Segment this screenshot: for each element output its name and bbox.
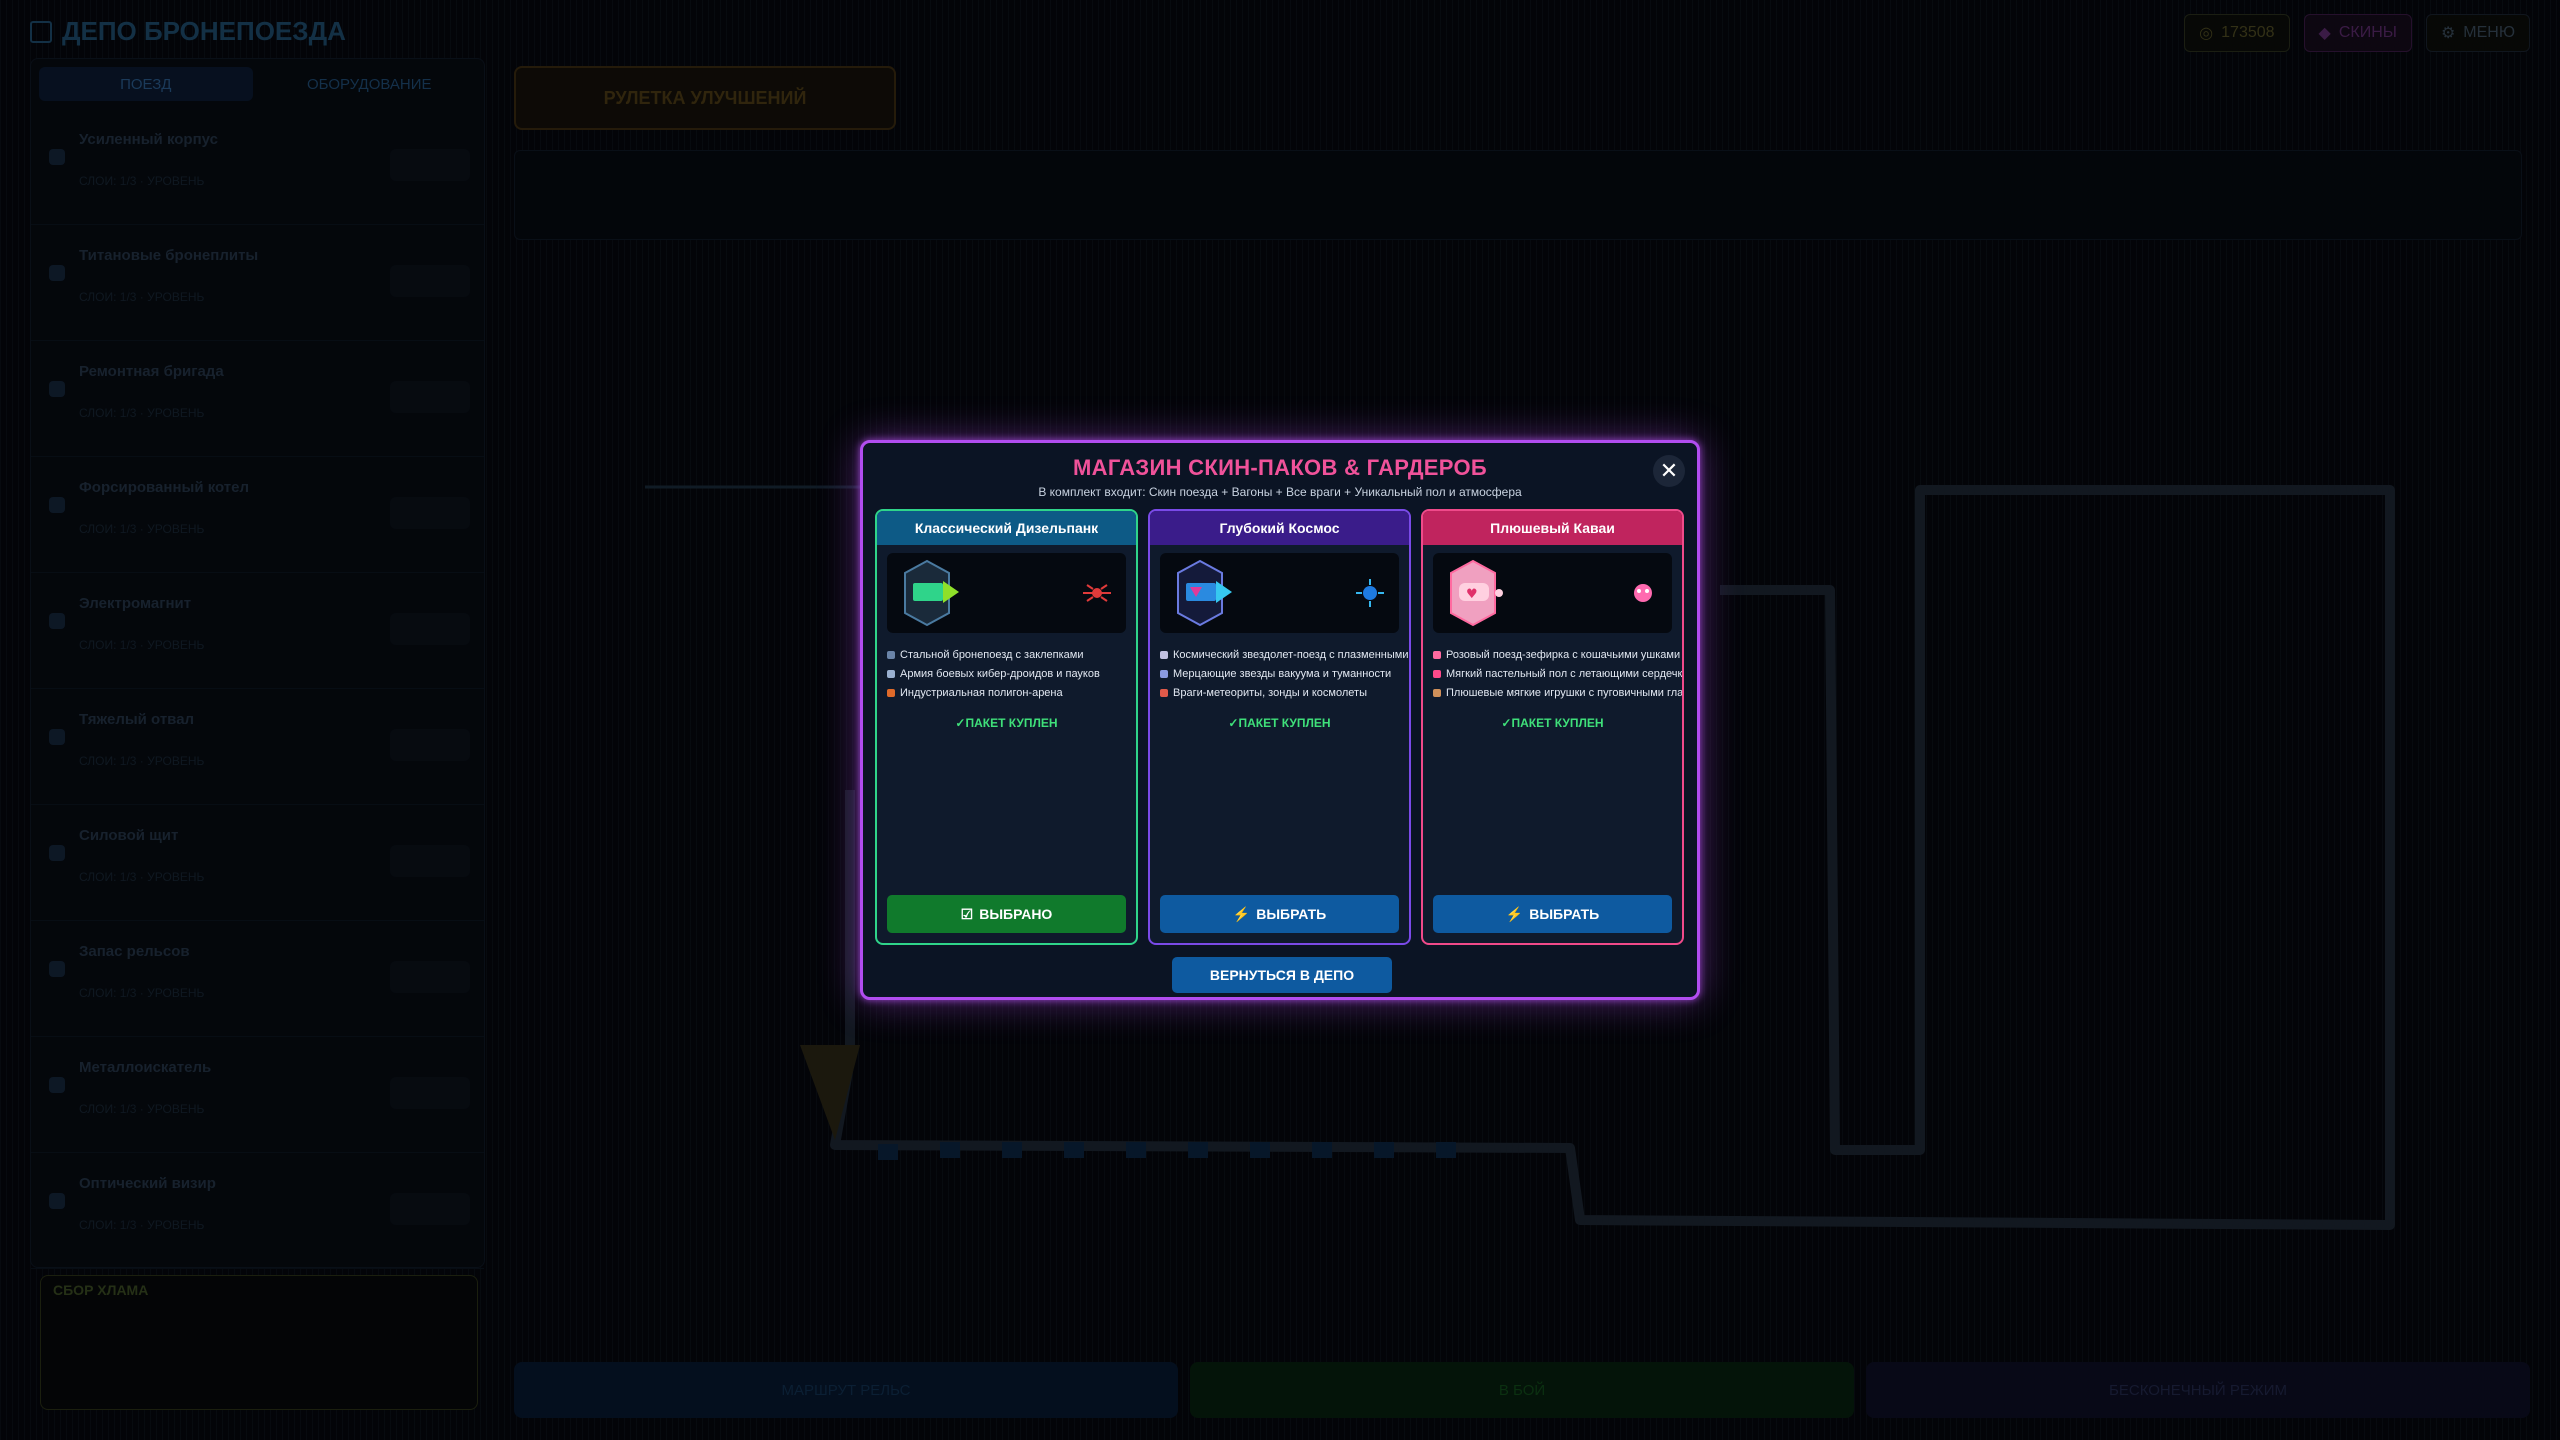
modal-title: МАГАЗИН СКИН-ПАКОВ & ГАРДЕРОБ [1073, 455, 1487, 480]
feature-text: Враги-метеориты, зонды и космолеты [1173, 686, 1367, 699]
cat-icon [1433, 650, 1441, 659]
train-icon [887, 650, 895, 659]
arena-icon [887, 688, 895, 697]
list-item: Мерцающие звезды вакуума и туманности [1160, 664, 1399, 683]
feature-text: Армия боевых кибер-дроидов и пауков [900, 667, 1100, 680]
list-item: Стальной бронепоезд с заклепками [887, 645, 1126, 664]
teddy-bear-icon [1433, 688, 1441, 697]
pack-features: Стальной бронепоезд с заклепками Армия б… [887, 645, 1126, 702]
pack-features: Космический звездолет-поезд с плазменным… [1160, 645, 1409, 702]
pack-features: Розовый поезд-зефирка с кошачьими ушками… [1433, 645, 1682, 702]
button-label: ВЫБРАТЬ [1256, 906, 1327, 922]
heart-icon [1433, 669, 1441, 678]
pack-preview [887, 553, 1126, 633]
list-item: Розовый поезд-зефирка с кошачьими ушками [1433, 645, 1680, 664]
check-icon: ☑ [960, 905, 974, 922]
list-item: Армия боевых кибер-дроидов и пауков [887, 664, 1126, 683]
select-button[interactable]: ⚡ ВЫБРАТЬ [1433, 895, 1672, 933]
button-label: ВЫБРАНО [979, 906, 1053, 922]
feature-text: Мерцающие звезды вакуума и туманности [1173, 667, 1392, 680]
pack-status: ✓ПАКЕТ КУПЛЕН [1228, 716, 1331, 730]
feature-text: Плюшевые мягкие игрушки с пуговичными гл… [1446, 686, 1684, 699]
lightning-icon: ⚡ [1505, 905, 1524, 922]
feature-text: Стальной бронепоезд с заклепками [900, 648, 1084, 661]
list-item: Враги-метеориты, зонды и космолеты [1160, 683, 1399, 702]
pack-preview [1160, 553, 1399, 633]
star-icon [1160, 669, 1168, 678]
selected-button[interactable]: ☑ ВЫБРАНО [887, 895, 1126, 933]
select-button[interactable]: ⚡ ВЫБРАТЬ [1160, 895, 1399, 933]
list-item: Космический звездолет-поезд с плазменным… [1160, 645, 1409, 664]
feature-text: Космический звездолет-поезд с плазменным… [1173, 648, 1409, 661]
skin-shop-modal: МАГАЗИН СКИН-ПАКОВ & ГАРДЕРОБ В комплект… [860, 440, 1700, 1000]
feature-text: Розовый поезд-зефирка с кошачьими ушками [1446, 648, 1681, 661]
rocket-icon [1160, 650, 1168, 659]
modal-subtitle: В комплект входит: Скин поезда + Вагоны … [1038, 485, 1522, 499]
list-item: Плюшевые мягкие игрушки с пуговичными гл… [1433, 683, 1682, 702]
space-train-icon [1177, 559, 1384, 627]
pack-name: Плюшевый Каваи [1423, 511, 1682, 545]
button-label: ВЫБРАТЬ [1529, 906, 1600, 922]
pack-card-dieselpunk: Классический Дизельпанк Стальной бронепо… [875, 509, 1138, 945]
svg-text:♥: ♥ [1466, 587, 1478, 602]
pack-status: ✓ПАКЕТ КУПЛЕН [1501, 716, 1604, 730]
skin-pack-cards: Классический Дизельпанк Стальной бронепо… [875, 509, 1684, 945]
feature-text: Мягкий пастельный пол с летающими сердеч… [1446, 667, 1684, 680]
lightning-icon: ⚡ [1232, 905, 1251, 922]
pack-name: Классический Дизельпанк [877, 511, 1136, 545]
list-item: Индустриальная полигон-арена [887, 683, 1126, 702]
diesel-train-icon [904, 559, 1111, 627]
feature-text: Индустриальная полигон-арена [900, 686, 1063, 699]
robot-icon [887, 669, 895, 678]
meteor-icon [1160, 688, 1168, 697]
close-button[interactable]: ✕ [1653, 455, 1685, 487]
pack-preview: ♥ [1433, 553, 1672, 633]
pack-card-deep-space: Глубокий Космос Космический звездолет-по… [1148, 509, 1411, 945]
back-to-depot-button[interactable]: ВЕРНУТЬСЯ В ДЕПО [1172, 957, 1392, 993]
pack-card-plush-kawaii: Плюшевый Каваи ♥ Розовый поезд-зефирка с… [1421, 509, 1684, 945]
pack-name: Глубокий Космос [1150, 511, 1409, 545]
list-item: Мягкий пастельный пол с летающими сердеч… [1433, 664, 1682, 683]
kawaii-train-icon: ♥ [1450, 559, 1652, 627]
pack-status: ✓ПАКЕТ КУПЛЕН [955, 716, 1058, 730]
